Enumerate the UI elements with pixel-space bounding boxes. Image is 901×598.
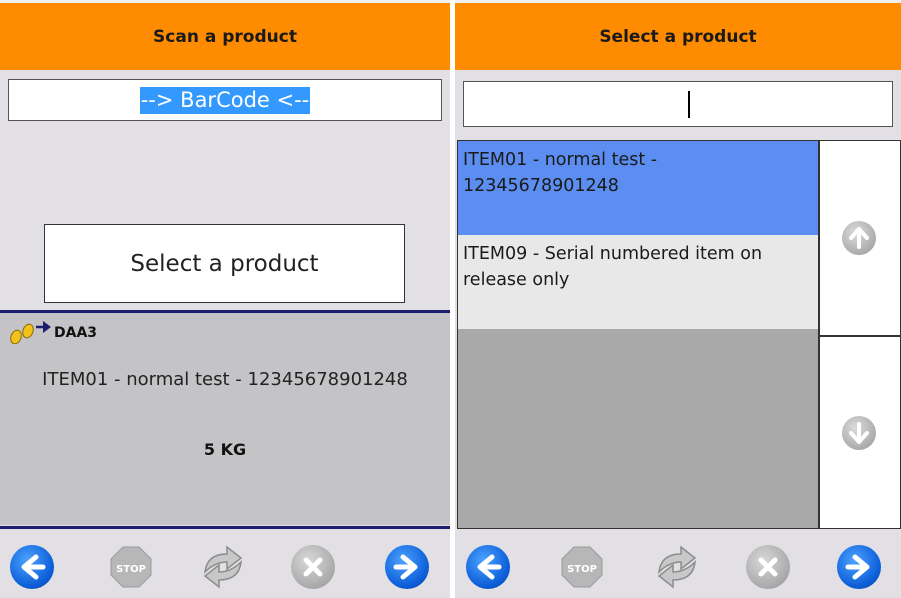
divider (0, 526, 450, 529)
arrow-down-icon (842, 416, 876, 450)
refresh-icon[interactable] (651, 542, 703, 592)
stop-icon[interactable]: STOP (110, 546, 152, 588)
stop-label: STOP (116, 564, 146, 575)
list-item-label: ITEM01 - normal test - 12345678901248 (463, 150, 658, 196)
footsteps-icon (6, 318, 52, 348)
location-code: DAA3 (54, 325, 98, 341)
stop-icon[interactable]: STOP (561, 546, 603, 588)
header-bar: Scan a product (0, 0, 450, 70)
product-quantity: 5 KG (203, 440, 247, 459)
back-arrow-icon[interactable] (10, 545, 54, 589)
scan-product-screen: Scan a product --> BarCode <-- Select a … (0, 0, 450, 598)
select-product-button[interactable]: Select a product (44, 224, 405, 303)
stop-label: STOP (567, 564, 597, 575)
scroll-up-button[interactable] (819, 140, 901, 336)
barcode-input[interactable]: --> BarCode <-- (8, 79, 442, 121)
forward-arrow-icon[interactable] (837, 545, 881, 589)
product-list: ITEM01 - normal test - 12345678901248 IT… (457, 140, 819, 529)
list-item-label: ITEM09 - Serial numbered item on release… (463, 244, 763, 290)
location-row: DAA3 (6, 318, 97, 348)
product-description: ITEM01 - normal test - 12345678901248 (42, 369, 408, 390)
select-product-button-label: Select a product (130, 250, 319, 277)
arrow-up-icon (842, 221, 876, 255)
barcode-input-value: --> BarCode <-- (139, 86, 311, 114)
list-item[interactable]: ITEM01 - normal test - 12345678901248 (458, 141, 818, 235)
select-product-screen: Select a product ITEM01 - normal test - … (455, 0, 901, 598)
refresh-icon[interactable] (197, 542, 249, 592)
forward-arrow-icon[interactable] (385, 545, 429, 589)
back-arrow-icon[interactable] (466, 545, 510, 589)
scroll-controls (819, 140, 901, 529)
bottom-toolbar: STOP (455, 532, 901, 598)
bottom-toolbar: STOP (0, 532, 450, 598)
page-title: Select a product (599, 26, 757, 47)
header-bar: Select a product (455, 0, 901, 70)
text-caret (688, 91, 690, 118)
scroll-down-button[interactable] (819, 336, 901, 529)
page-title: Scan a product (153, 26, 297, 47)
cancel-icon[interactable] (746, 545, 790, 589)
search-input[interactable] (463, 81, 893, 127)
list-item[interactable]: ITEM09 - Serial numbered item on release… (458, 235, 818, 329)
cancel-icon[interactable] (291, 545, 335, 589)
